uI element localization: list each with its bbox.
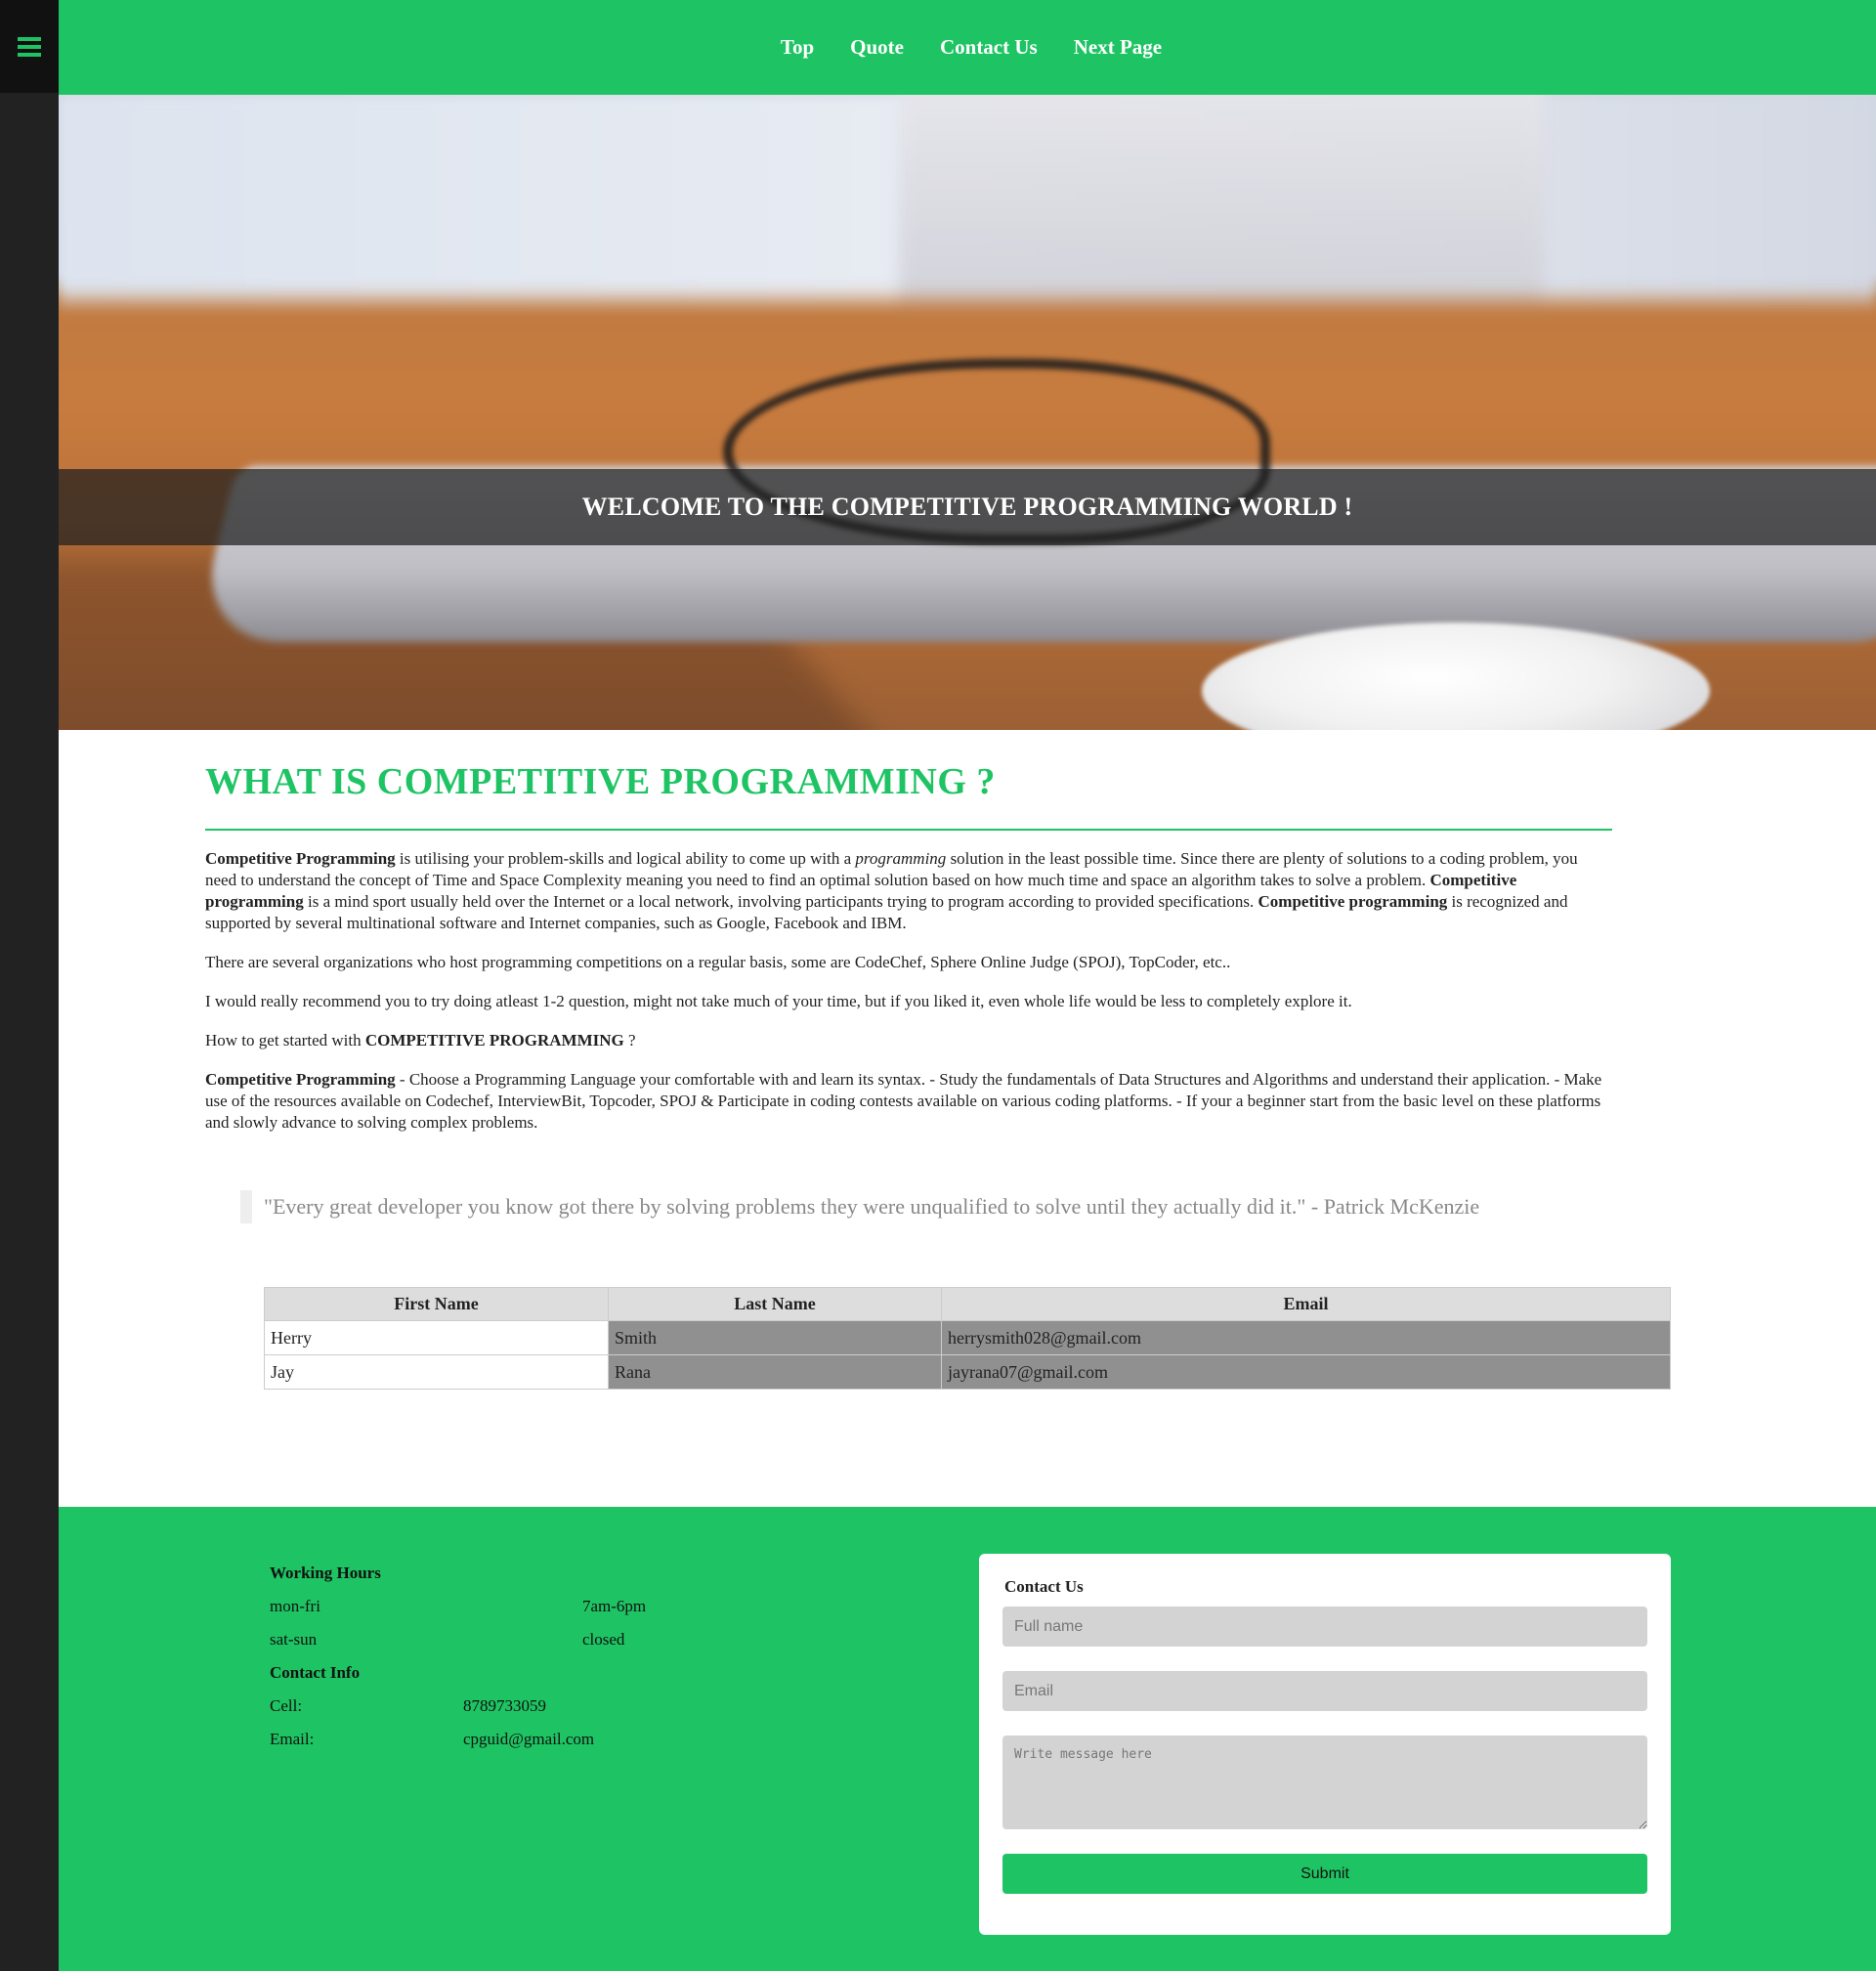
message-textarea[interactable] (1002, 1735, 1647, 1829)
table-cell: herrysmith028@gmail.com (941, 1320, 1671, 1355)
quote-block: "Every great developer you know got ther… (240, 1190, 1479, 1223)
table-cell: Herry (264, 1320, 609, 1355)
contacts-table: First Name Last Name Email Herry Smith h… (264, 1287, 1671, 1390)
email-input[interactable] (1002, 1671, 1647, 1711)
sidebar (0, 0, 59, 1971)
full-name-input[interactable] (1002, 1607, 1647, 1647)
nav-link-quote[interactable]: Quote (850, 35, 904, 60)
hours-row: sat-sun closed (270, 1630, 625, 1649)
paragraph-intro: Competitive Programming is utilising you… (205, 849, 1578, 932)
submit-button[interactable]: Submit (1002, 1854, 1647, 1894)
article: WHAT IS COMPETITIVE PROGRAMMING ? Compet… (205, 760, 1612, 1151)
contact-form-title: Contact Us (1004, 1577, 1084, 1596)
table-cell: jayrana07@gmail.com (941, 1354, 1671, 1390)
table-cell: Rana (608, 1354, 942, 1390)
table-header: Email (941, 1287, 1671, 1321)
contact-info-title: Contact Info (270, 1663, 361, 1682)
contact-row: Cell: 8789733059 (270, 1696, 546, 1715)
table-cell: Jay (264, 1354, 609, 1390)
heading-divider (205, 829, 1612, 831)
paragraph-steps: Competitive Programming - Choose a Progr… (205, 1070, 1602, 1132)
footer: Working Hours mon-fri 7am-6pm sat-sun cl… (59, 1507, 1876, 1971)
hero-image: WELCOME TO THE COMPETITIVE PROGRAMMING W… (59, 95, 1876, 730)
nav-link-next-page[interactable]: Next Page (1074, 35, 1162, 60)
hero-banner: WELCOME TO THE COMPETITIVE PROGRAMMING W… (59, 469, 1876, 545)
table-row: Jay Rana jayrana07@gmail.com (264, 1354, 1671, 1390)
footer-info: Working Hours mon-fri 7am-6pm sat-sun cl… (270, 1562, 758, 1761)
table-row: Herry Smith herrysmith028@gmail.com (264, 1320, 1671, 1355)
top-navigation: Top Quote Contact Us Next Page (59, 0, 1876, 95)
nav-link-top[interactable]: Top (781, 35, 814, 60)
table-cell: Smith (608, 1320, 942, 1355)
paragraph-recommendation: I would really recommend you to try doin… (205, 992, 1352, 1010)
quote-text: "Every great developer you know got ther… (264, 1194, 1480, 1219)
paragraph-get-started: How to get started with COMPETITIVE PROG… (205, 1031, 636, 1050)
table-header-row: First Name Last Name Email (264, 1287, 1671, 1321)
table-header: Last Name (608, 1287, 942, 1321)
hamburger-icon (18, 36, 41, 57)
nav-link-contact-us[interactable]: Contact Us (940, 35, 1038, 60)
paragraph-organizations: There are several organizations who host… (205, 953, 1231, 971)
hero-title: WELCOME TO THE COMPETITIVE PROGRAMMING W… (581, 493, 1353, 521)
section-heading: WHAT IS COMPETITIVE PROGRAMMING ? (205, 761, 996, 802)
hours-row: mon-fri 7am-6pm (270, 1597, 647, 1615)
table-header: First Name (264, 1287, 609, 1321)
contact-row: Email: cpguid@gmail.com (270, 1730, 595, 1748)
contact-form: Contact Us Submit (979, 1554, 1671, 1935)
menu-toggle-button[interactable] (0, 0, 59, 93)
working-hours-title: Working Hours (270, 1564, 381, 1582)
